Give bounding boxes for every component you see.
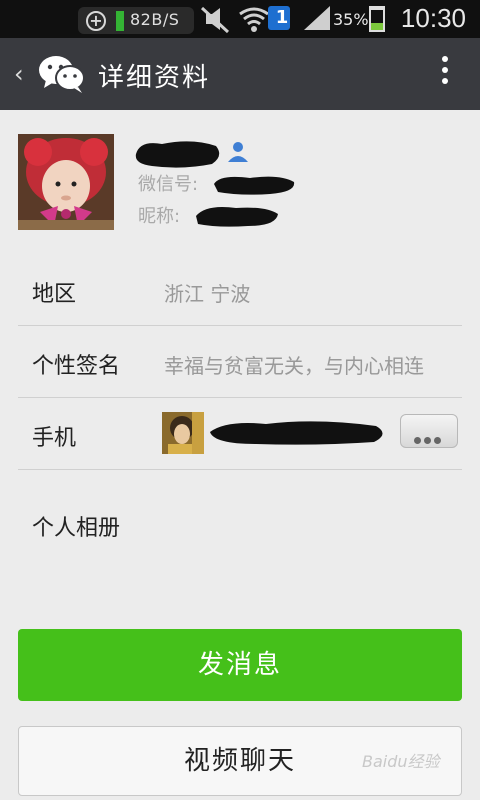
battery-icon bbox=[369, 6, 385, 32]
avatar[interactable] bbox=[18, 134, 114, 230]
signature-value: 幸福与贫富无关，与内心相连 bbox=[164, 354, 424, 378]
net-speed-text: 82B/S bbox=[130, 10, 180, 29]
baidu-watermark: Baidu经验 bbox=[362, 752, 440, 771]
sim-number: 1 bbox=[275, 7, 289, 28]
mute-icon bbox=[200, 6, 230, 34]
list-item-phone[interactable]: 手机 bbox=[0, 398, 480, 470]
redacted-phone-number bbox=[210, 421, 383, 445]
data-saver-icon: + bbox=[86, 11, 106, 31]
contact-person-icon bbox=[228, 142, 248, 162]
region-label: 地区 bbox=[32, 282, 77, 307]
list-item-region: 地区 浙江 宁波 bbox=[0, 254, 480, 326]
signal-icon bbox=[304, 6, 330, 30]
redacted-wechat-id bbox=[214, 176, 295, 195]
wifi-icon bbox=[239, 7, 269, 32]
wechat-logo-icon[interactable] bbox=[38, 54, 86, 94]
phone-more-button[interactable] bbox=[400, 414, 458, 448]
status-bar: + 82B/S 1 35% 10:30 bbox=[0, 0, 480, 38]
redacted-nickname bbox=[196, 207, 278, 227]
divider bbox=[18, 469, 462, 470]
title-bar: ‹ 详细资料 bbox=[0, 38, 480, 110]
personal-album-label[interactable]: 个人相册 bbox=[32, 510, 120, 542]
signal-meter-icon bbox=[116, 11, 124, 31]
back-button[interactable]: ‹ bbox=[14, 60, 24, 88]
clock: 10:30 bbox=[400, 3, 466, 33]
more-menu-icon[interactable] bbox=[442, 56, 450, 89]
ellipsis-icon bbox=[414, 429, 444, 448]
status-icons bbox=[200, 6, 330, 34]
list-item-signature: 个性签名 幸福与贫富无关，与内心相连 bbox=[0, 326, 480, 398]
profile-header: 微信号: 昵称: bbox=[0, 110, 480, 250]
redacted-name bbox=[135, 141, 220, 168]
phone-label: 手机 bbox=[32, 426, 77, 451]
nickname-label: 昵称: bbox=[138, 206, 181, 227]
info-list: 地区 浙江 宁波 个性签名 幸福与贫富无关，与内心相连 手机 bbox=[0, 254, 480, 470]
send-message-button[interactable]: 发消息 bbox=[18, 629, 462, 701]
region-value: 浙江 宁波 bbox=[164, 282, 251, 306]
wechat-id-label: 微信号: bbox=[138, 174, 199, 195]
page-title: 详细资料 bbox=[98, 63, 211, 93]
phone-contact-avatar bbox=[162, 412, 204, 454]
signature-label: 个性签名 bbox=[32, 354, 121, 379]
battery-percent: 35% bbox=[333, 10, 369, 29]
